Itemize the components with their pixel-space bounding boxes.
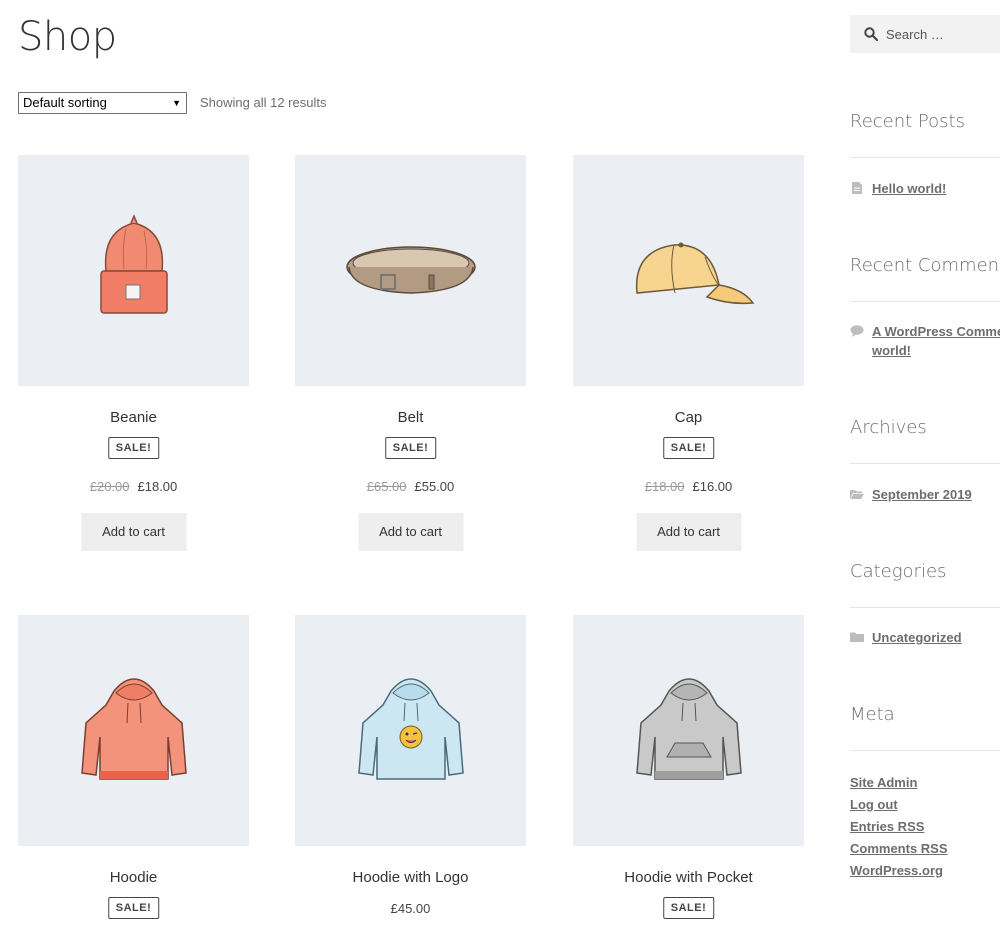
product-name[interactable]: Hoodie with Pocket: [573, 869, 804, 886]
sale-badge: SALE!: [662, 437, 715, 459]
folder-open-icon: [850, 490, 864, 499]
widget-title-recent-posts: Recent Posts: [850, 111, 965, 132]
add-to-cart-button[interactable]: Add to cart: [81, 513, 186, 551]
hoodie-logo-image: [357, 677, 464, 780]
meta-link-wordpress-org[interactable]: WordPress.org: [850, 863, 943, 878]
product-image-hoodie-with-pocket[interactable]: [573, 615, 804, 846]
cap-image: [635, 242, 754, 304]
product-card-hoodie-with-logo: Hoodie with Logo £45.00: [295, 615, 526, 916]
search-input[interactable]: [886, 24, 1000, 44]
divider: [850, 750, 1000, 751]
product-price: £65.00 £55.00: [295, 479, 526, 494]
current-price: £18.00: [137, 479, 178, 494]
recent-comment-link[interactable]: A WordPress Commenter: [872, 322, 1000, 341]
category-link[interactable]: Uncategorized: [872, 628, 962, 647]
old-price: £18.00: [644, 479, 685, 494]
product-name[interactable]: Belt: [295, 409, 526, 426]
beanie-image: [99, 213, 168, 314]
product-image-belt[interactable]: [295, 155, 526, 386]
product-name[interactable]: Hoodie: [18, 869, 249, 886]
old-price: £65.00: [366, 479, 407, 494]
recent-post-link[interactable]: Hello world!: [872, 179, 946, 198]
product-card-cap: Cap SALE! £18.00 £16.00 Add to cart: [573, 155, 804, 551]
product-image-beanie[interactable]: [18, 155, 249, 386]
recent-comment-post-link[interactable]: world!: [872, 341, 911, 360]
product-card-beanie: Beanie SALE! £20.00 £18.00 Add to cart: [18, 155, 249, 551]
sale-badge: SALE!: [107, 437, 160, 459]
current-price: £16.00: [692, 479, 733, 494]
sale-badge: SALE!: [107, 897, 160, 919]
sorting-select-value: Default sorting: [23, 95, 107, 110]
search-box[interactable]: [850, 15, 1000, 53]
hoodie-pocket-image: [635, 677, 742, 780]
result-count: Showing all 12 results: [200, 95, 327, 110]
sorting-select[interactable]: Default sorting ▼: [18, 92, 187, 114]
sale-badge: SALE!: [384, 437, 437, 459]
sale-badge: SALE!: [662, 897, 715, 919]
widget-title-meta: Meta: [850, 704, 895, 725]
product-price: £20.00 £18.00: [18, 479, 249, 494]
current-price: £55.00: [414, 479, 455, 494]
product-name[interactable]: Hoodie with Logo: [295, 869, 526, 886]
hoodie-image: [80, 677, 187, 780]
meta-link-entries-rss[interactable]: Entries RSS: [850, 819, 924, 834]
meta-link-log-out[interactable]: Log out: [850, 797, 898, 812]
meta-link-site-admin[interactable]: Site Admin: [850, 775, 917, 790]
search-icon: [864, 27, 878, 41]
product-card-belt: Belt SALE! £65.00 £55.00 Add to cart: [295, 155, 526, 551]
comment-icon: [850, 325, 864, 337]
product-image-hoodie-with-logo[interactable]: [295, 615, 526, 846]
page-title: Shop: [18, 14, 117, 60]
product-name[interactable]: Beanie: [18, 409, 249, 426]
product-image-cap[interactable]: [573, 155, 804, 386]
divider: [850, 607, 1000, 608]
product-price: £45.00: [390, 901, 431, 916]
divider: [850, 157, 1000, 158]
product-card-hoodie: Hoodie SALE!: [18, 615, 249, 919]
widget-title-archives: Archives: [850, 417, 927, 438]
widget-title-categories: Categories: [850, 561, 947, 582]
document-icon: [852, 182, 862, 194]
add-to-cart-button[interactable]: Add to cart: [636, 513, 741, 551]
dropdown-arrow-icon: ▼: [172, 98, 181, 108]
widget-title-recent-comments: Recent Comments: [850, 255, 1000, 276]
add-to-cart-button[interactable]: Add to cart: [358, 513, 463, 551]
product-image-hoodie[interactable]: [18, 615, 249, 846]
belt-image: [345, 245, 476, 294]
product-price: £18.00 £16.00: [573, 479, 804, 494]
product-name[interactable]: Cap: [573, 409, 804, 426]
meta-link-comments-rss[interactable]: Comments RSS: [850, 841, 948, 856]
old-price: £20.00: [89, 479, 130, 494]
divider: [850, 301, 1000, 302]
sidebar: Recent Posts Hello world! Recent Comment…: [850, 0, 1000, 931]
archive-link[interactable]: September 2019: [872, 485, 972, 504]
product-card-hoodie-with-pocket: Hoodie with Pocket SALE!: [573, 615, 804, 919]
folder-icon: [850, 632, 864, 642]
divider: [850, 463, 1000, 464]
